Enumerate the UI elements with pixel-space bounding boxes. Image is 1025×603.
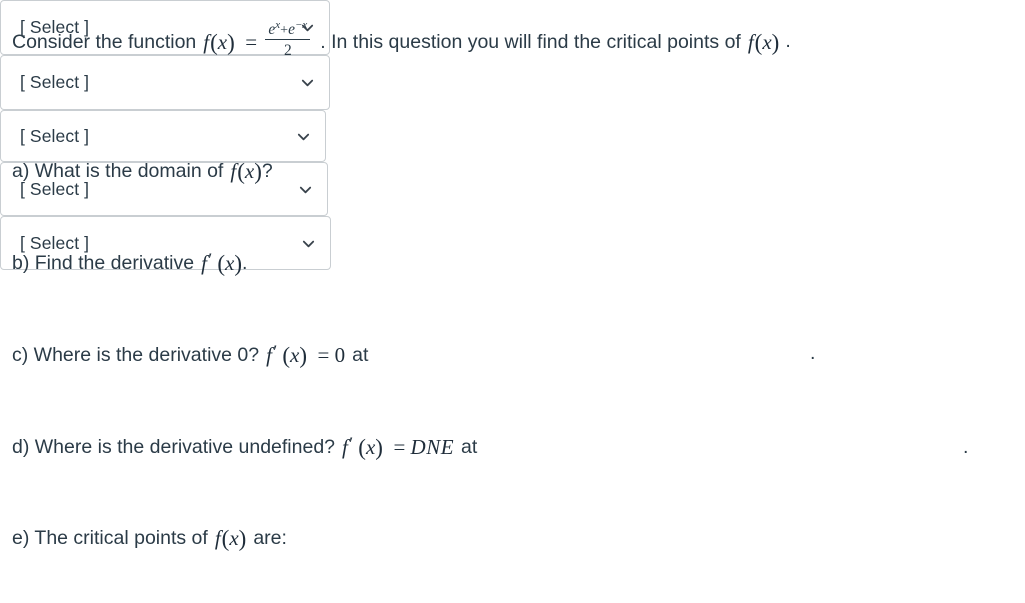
- part-c-math: f′ (x) = 0: [266, 342, 346, 368]
- part-b-prompt-suffix: .: [242, 251, 248, 274]
- part-c-row: c) Where is the derivative 0? f′ (x) = 0…: [12, 342, 368, 368]
- part-d-row: d) Where is the derivative undefined? f′…: [12, 434, 477, 460]
- numerator-plus: +: [280, 23, 289, 38]
- numerator-exponent-2: −x: [294, 18, 308, 31]
- part-d-prompt-suffix: at: [461, 435, 478, 458]
- part-a-math: f(x): [230, 159, 262, 184]
- part-b-prompt: b) Find the derivative: [12, 251, 195, 274]
- part-c-select-value: [ Select ]: [20, 125, 90, 146]
- part-c-select[interactable]: [ Select ]: [0, 110, 326, 162]
- part-b-row: b) Find the derivative f′ (x) .: [12, 250, 247, 276]
- part-b-select[interactable]: [ Select ]: [0, 55, 330, 110]
- part-a-prompt-suffix: ?: [261, 159, 273, 182]
- intro-text-before-fraction: Consider the function: [12, 30, 197, 53]
- question-page: Consider the function f(x) = ex+e−x 2 . …: [0, 0, 1025, 603]
- part-e-prompt-suffix: are:: [253, 526, 287, 549]
- function-definition-label: f(x) =: [203, 29, 263, 55]
- part-e-prompt: e) The critical points of: [12, 526, 208, 549]
- chevron-down-icon: [300, 75, 315, 90]
- part-d-math: f′ (x) = DNE: [342, 434, 455, 460]
- question-intro: Consider the function f(x) = ex+e−x 2 . …: [12, 18, 791, 62]
- intro-text-after-fraction: . In this question you will find the cri…: [320, 30, 741, 53]
- part-d-prompt: d) Where is the derivative undefined?: [12, 435, 336, 458]
- intro-trailing-period: .: [785, 30, 791, 53]
- intro-trailing-math: f(x): [747, 29, 780, 55]
- part-b-math: f′ (x): [201, 250, 243, 276]
- numerator-base-2: e: [288, 21, 295, 38]
- part-e-row: e) The critical points of f(x) are:: [12, 525, 287, 551]
- part-e-math: f(x): [214, 526, 247, 551]
- chevron-down-icon: [301, 236, 316, 251]
- part-a-prompt: a) What is the domain of: [12, 159, 224, 182]
- fraction-numerator: ex+e−x: [265, 18, 310, 39]
- chevron-down-icon: [296, 129, 311, 144]
- part-d-trailing-period: .: [963, 436, 969, 458]
- part-c-prompt: c) Where is the derivative 0?: [12, 343, 260, 366]
- part-c-trailing-period: .: [810, 342, 816, 364]
- chevron-down-icon: [298, 182, 313, 197]
- fraction-denominator: 2: [283, 42, 292, 60]
- part-b-select-value: [ Select ]: [20, 72, 90, 92]
- part-a-row: a) What is the domain of f(x) ?: [12, 158, 273, 184]
- part-c-prompt-suffix: at: [352, 343, 369, 366]
- function-fraction: ex+e−x 2: [265, 18, 311, 61]
